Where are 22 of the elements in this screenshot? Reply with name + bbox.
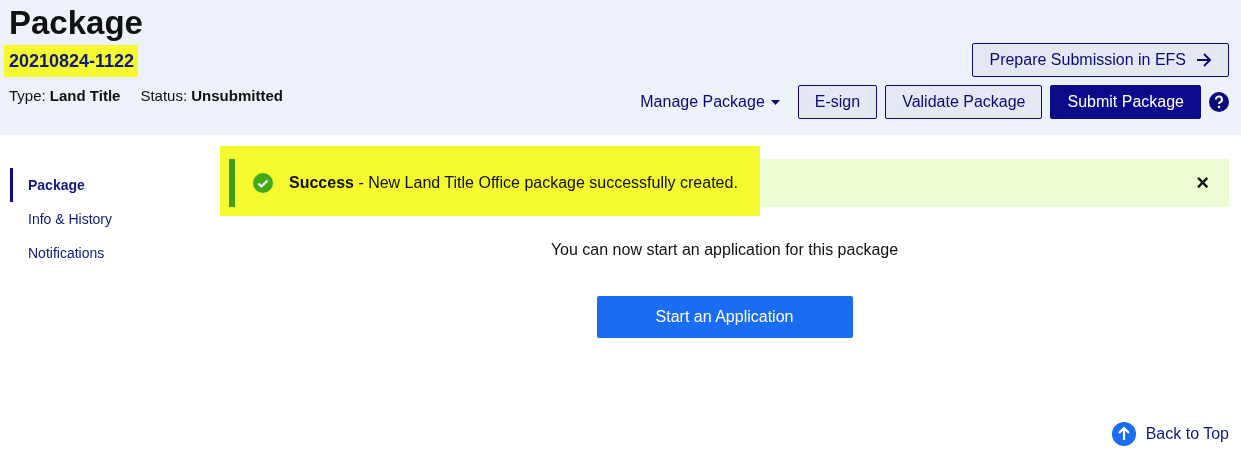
start-application-button[interactable]: Start an Application	[596, 296, 853, 338]
manage-package-menu[interactable]: Manage Package	[640, 93, 780, 111]
action-button[interactable]: Validate Package	[885, 85, 1043, 119]
package-meta: Status: Unsubmitted	[140, 87, 283, 104]
action-button[interactable]: E-sign	[797, 85, 878, 119]
sidebar-item[interactable]: Package	[10, 168, 210, 202]
info-message: You can now start an application for this package	[550, 241, 899, 259]
arrow-up-icon	[1111, 422, 1136, 446]
efs-button[interactable]: Prepare Submission in EFS	[972, 43, 1229, 77]
caret-icon	[770, 99, 780, 105]
package-meta: Type: Land Title	[9, 87, 121, 104]
help-icon[interactable]	[1209, 92, 1229, 112]
sidebar-item[interactable]: Info & History	[10, 202, 210, 236]
package-number: 20210824-1122	[4, 45, 139, 77]
sidebar-item[interactable]: Notifications	[10, 236, 210, 270]
action-button[interactable]: Submit Package	[1050, 85, 1201, 119]
check-circle-icon	[253, 173, 273, 193]
arrow-right-icon	[1196, 53, 1212, 67]
page-title: Package	[9, 4, 144, 42]
alert-message: Success - New Land Title Office package successfully created.	[289, 174, 739, 192]
back-to-top-link[interactable]: Back to Top	[1111, 422, 1229, 446]
close-button[interactable]: ×	[1196, 170, 1209, 196]
